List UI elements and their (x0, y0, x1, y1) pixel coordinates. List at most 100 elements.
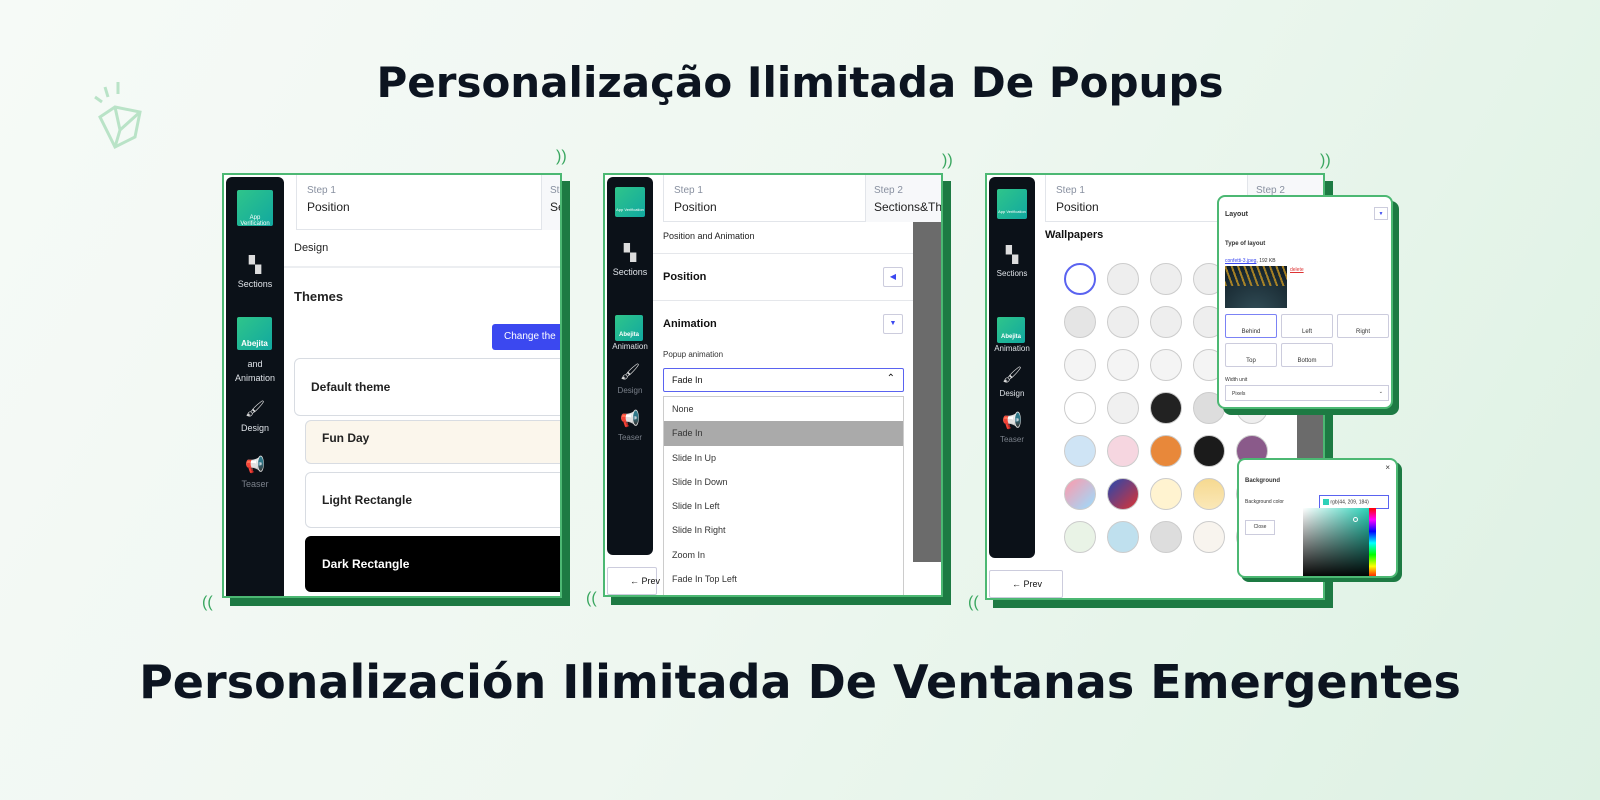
dropdown-option[interactable]: Fade In Top Left (664, 567, 903, 591)
brush-icon: 🖌 (1001, 367, 1023, 384)
dropdown-option[interactable]: None (664, 397, 903, 421)
wallpaper-option[interactable] (1193, 478, 1225, 510)
animation-select[interactable]: Fade In ⌃ (663, 368, 904, 392)
wallpaper-option[interactable] (1150, 521, 1182, 553)
dropdown-option[interactable]: Slide In Up (664, 446, 903, 470)
type-label: Type of layout (1225, 241, 1266, 247)
layout-option-behind[interactable]: Behind (1225, 314, 1277, 338)
sidebar-item-animation[interactable]: Animation (607, 342, 653, 351)
color-input[interactable]: rgb(44, 209, 184) (1319, 495, 1389, 509)
wallpaper-option[interactable] (1064, 306, 1096, 338)
close-icon[interactable]: × (1385, 463, 1390, 472)
step-label: Step 1 (674, 185, 703, 196)
sidebar-item-design[interactable]: 🖌 Design (989, 365, 1035, 398)
sidebar-item-teaser[interactable]: 📢 Teaser (989, 411, 1035, 444)
color-value: rgb(44, 209, 184) (1330, 499, 1369, 506)
wave-decoration: )) (1320, 152, 1331, 169)
layout-popup: Layout ▼ Type of layout confetti-3.jpeg,… (1217, 195, 1393, 409)
file-link[interactable]: confetti-3.jpeg (1225, 258, 1256, 264)
prev-button[interactable]: ← Prev (989, 570, 1063, 598)
sidebar-item-design[interactable]: 🖌 Design (607, 362, 653, 395)
wallpaper-option[interactable] (1150, 478, 1182, 510)
wallpaper-option[interactable] (1107, 521, 1139, 553)
wallpaper-option[interactable] (1107, 306, 1139, 338)
delete-link[interactable]: delete (1290, 267, 1304, 273)
sidebar: App Verification ▚ Sections Abejita and An… (226, 177, 284, 596)
app-logo: App Verification (615, 187, 645, 217)
change-theme-button[interactable]: Change the (492, 324, 560, 350)
background-popup: × Background Background color rgb(44, 20… (1237, 458, 1398, 578)
wave-decoration: )) (942, 152, 953, 169)
layout-option-right[interactable]: Right (1337, 314, 1389, 338)
theme-light-rectangle[interactable]: Light Rectangle (305, 472, 560, 528)
wallpapers-heading: Wallpapers (1045, 229, 1104, 241)
megaphone-icon: 📢 (245, 457, 265, 474)
sidebar-item-position-animation[interactable]: and Animation (226, 357, 284, 385)
wallpaper-option[interactable] (1064, 521, 1096, 553)
step-label: St (550, 185, 560, 196)
wallpaper-option[interactable] (1064, 435, 1096, 467)
width-unit-select[interactable]: Pixels ⌄ (1225, 385, 1389, 401)
prev-button[interactable]: ← Prev (607, 567, 660, 595)
abejita-badge: Abejita (997, 317, 1025, 343)
dropdown-option[interactable]: Slide In Left (664, 494, 903, 518)
close-button[interactable]: Close (1245, 520, 1275, 535)
megaphone-icon: 📢 (1002, 413, 1022, 430)
animation-dropdown: None Fade In Slide In Up Slide In Down Slide… (663, 396, 904, 595)
field-label: Popup animation (663, 350, 724, 359)
wallpaper-option[interactable] (1193, 435, 1225, 467)
step-label: Step 1 (1056, 185, 1085, 196)
theme-default[interactable]: Default theme (294, 358, 560, 416)
wallpaper-option[interactable] (1150, 349, 1182, 381)
sidebar-item-design[interactable]: 🖌 Design (226, 399, 284, 433)
label: Design (240, 423, 269, 433)
wallpaper-option[interactable] (1064, 263, 1096, 295)
wallpaper-option[interactable] (1107, 435, 1139, 467)
dropdown-option[interactable]: Zoom In (664, 543, 903, 567)
sidebar-item-sections[interactable]: ▚ Sections (226, 255, 284, 289)
sidebar-item-sections[interactable]: ▚ Sections (989, 245, 1035, 278)
sidebar-item-teaser[interactable]: 📢 Teaser (607, 409, 653, 442)
wallpaper-option[interactable] (1107, 392, 1139, 424)
label: and (247, 359, 263, 369)
wallpaper-option[interactable] (1150, 263, 1182, 295)
chevron-down-icon[interactable]: ▼ (1374, 207, 1388, 220)
themes-heading: Themes (294, 289, 344, 304)
hue-slider[interactable] (1369, 508, 1376, 576)
chevron-down-icon[interactable]: ▼ (883, 314, 903, 334)
headline-portuguese: Personalização Ilimitada De Popups (376, 58, 1224, 107)
layout-option-left[interactable]: Left (1281, 314, 1333, 338)
sidebar-item-animation[interactable]: Animation (989, 344, 1035, 353)
theme-dark-rectangle[interactable]: Dark Rectangle (305, 536, 560, 592)
wallpaper-option[interactable] (1064, 392, 1096, 424)
dropdown-option[interactable]: Slide In Right (664, 518, 903, 542)
step-2-tab[interactable]: St Se (542, 175, 560, 230)
wallpaper-option[interactable] (1107, 263, 1139, 295)
wallpaper-option[interactable] (1150, 435, 1182, 467)
section-header: Design (284, 230, 560, 268)
wallpaper-option[interactable] (1064, 478, 1096, 510)
wallpaper-option[interactable] (1150, 392, 1182, 424)
sidebar-item-teaser[interactable]: 📢 Teaser (226, 455, 284, 489)
step-1-tab[interactable]: Step 1 Position (663, 175, 866, 222)
sidebar-item-sections[interactable]: ▚ Sections (607, 243, 653, 277)
color-picker-area[interactable] (1303, 508, 1369, 576)
color-label: Background color (1245, 499, 1284, 505)
step-1-tab[interactable]: Step 1 Position (296, 175, 542, 230)
wallpaper-option[interactable] (1064, 349, 1096, 381)
layout-option-bottom[interactable]: Bottom (1281, 343, 1333, 367)
wallpaper-option[interactable] (1107, 349, 1139, 381)
width-unit-label: Width unit (1225, 377, 1248, 383)
step-2-tab[interactable]: Step 2 Sections&Them (866, 175, 941, 222)
wallpaper-option[interactable] (1193, 521, 1225, 553)
layout-option-top[interactable]: Top (1225, 343, 1277, 367)
position-accordion[interactable]: Position ◀ (653, 253, 913, 301)
themes-panel: App Verification ▚ Sections Abejita and An… (222, 173, 562, 598)
dropdown-option[interactable]: Fade In (664, 421, 903, 446)
theme-fun-day[interactable]: Fun Day (305, 420, 560, 464)
wallpaper-option[interactable] (1150, 306, 1182, 338)
dropdown-option[interactable]: Slide In Down (664, 470, 903, 494)
picker-handle[interactable] (1353, 517, 1358, 522)
wallpaper-option[interactable] (1107, 478, 1139, 510)
chevron-left-icon[interactable]: ◀ (883, 267, 903, 287)
